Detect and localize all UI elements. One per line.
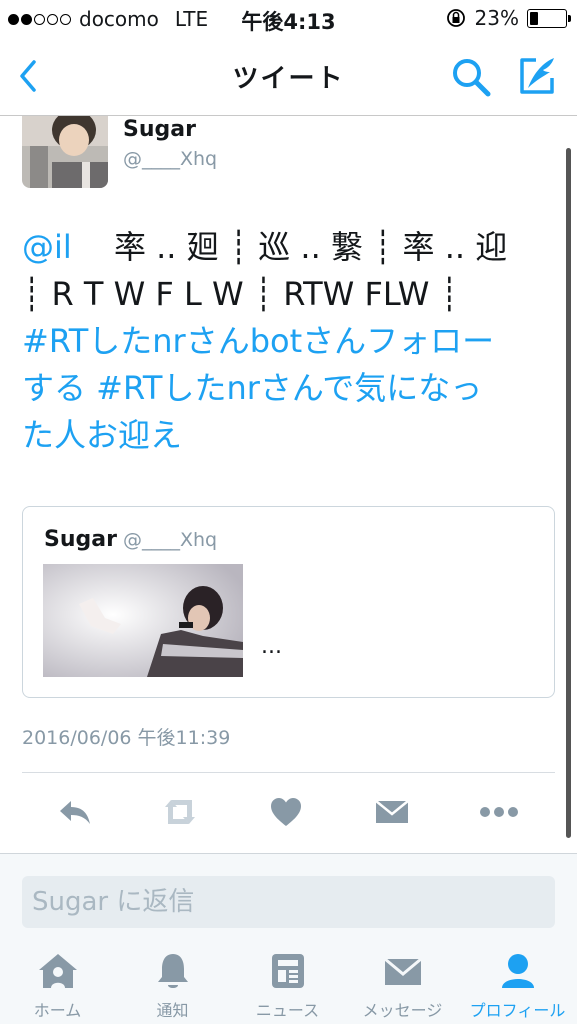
rotation-lock-icon bbox=[446, 9, 465, 27]
bell-icon bbox=[151, 951, 195, 991]
like-icon[interactable] bbox=[264, 790, 308, 834]
author-handle[interactable]: @____Xhq bbox=[123, 148, 217, 170]
tweet-timestamp: 2016/06/06 午後11:39 bbox=[22, 727, 231, 749]
tab-label: ホーム bbox=[33, 1001, 82, 1020]
retweet-icon[interactable] bbox=[158, 790, 202, 834]
tab-label: メッセージ bbox=[362, 1001, 443, 1020]
more-icon[interactable] bbox=[477, 790, 521, 834]
home-icon bbox=[36, 951, 80, 991]
tweet-text: @il 率 .. 廻 ┊ 巡 .. 繋 ┊ 率 .. 迎 ┊ R T W F L… bbox=[22, 224, 542, 459]
tab-news[interactable]: ニュース bbox=[230, 951, 345, 1021]
battery-percent: 23% bbox=[474, 6, 519, 30]
tab-messages[interactable]: メッセージ bbox=[345, 951, 460, 1021]
tab-label: ニュース bbox=[255, 1001, 320, 1020]
tab-label: プロフィール bbox=[469, 1001, 566, 1020]
hashtag-link[interactable]: た人お迎え bbox=[22, 412, 542, 459]
nav-bar: ツイート bbox=[0, 38, 577, 116]
reply-icon[interactable] bbox=[53, 790, 97, 834]
scroll-indicator[interactable] bbox=[566, 148, 571, 838]
tab-bar: ホーム 通知 ニュース メッセージ プロフィール bbox=[0, 943, 577, 1024]
search-icon[interactable] bbox=[450, 56, 492, 98]
hashtag-link[interactable]: する #RTしたnrさんで気になっ bbox=[22, 365, 542, 412]
tweet-text-line: ┊ R T W F L W ┊ RTW FLW ┊ bbox=[22, 275, 459, 313]
quoted-tweet-card[interactable]: Sugar @____Xhq ... bbox=[22, 506, 555, 698]
tab-notifications[interactable]: 通知 bbox=[115, 951, 230, 1021]
envelope-icon bbox=[381, 951, 425, 991]
status-bar: docomo LTE 午後4:13 23% bbox=[0, 0, 577, 38]
tab-profile[interactable]: プロフィール bbox=[460, 951, 575, 1021]
compose-icon[interactable] bbox=[514, 54, 560, 98]
hashtag-link[interactable]: #RTしたnrさんbotさんフォロー bbox=[22, 318, 542, 365]
reply-input[interactable] bbox=[22, 876, 555, 928]
tab-label: 通知 bbox=[156, 1001, 189, 1020]
divider bbox=[22, 772, 555, 773]
quoted-author-name: Sugar bbox=[44, 527, 117, 552]
news-icon bbox=[266, 951, 310, 991]
avatar[interactable] bbox=[22, 116, 108, 188]
tweet-actions bbox=[0, 790, 577, 834]
reply-bar bbox=[0, 853, 577, 943]
tweet-text-line: @il 率 .. 廻 ┊ 巡 .. 繋 ┊ 率 .. 迎 bbox=[22, 228, 508, 266]
quoted-tweet-text: ... bbox=[261, 634, 282, 659]
message-icon[interactable] bbox=[370, 790, 414, 834]
mention-link[interactable]: @il bbox=[22, 228, 72, 266]
profile-icon bbox=[496, 951, 540, 991]
quoted-tweet-image[interactable] bbox=[43, 564, 243, 677]
tab-home[interactable]: ホーム bbox=[0, 951, 115, 1021]
battery-icon bbox=[527, 8, 571, 28]
author-name[interactable]: Sugar bbox=[123, 117, 196, 142]
quoted-author-handle: @____Xhq bbox=[123, 529, 218, 551]
